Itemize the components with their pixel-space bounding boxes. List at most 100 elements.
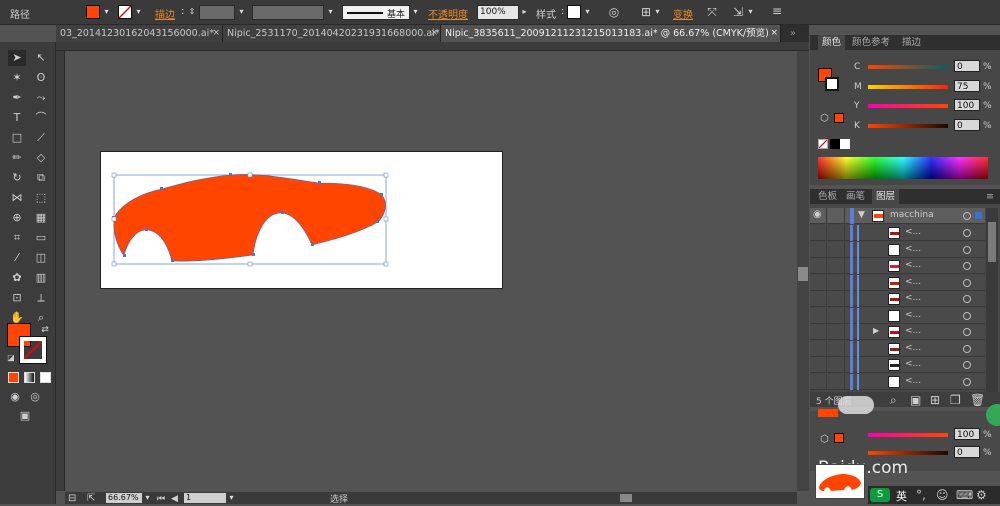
tab-swatches[interactable]: 色板: [814, 189, 841, 204]
sublayer-thumbnail: [888, 359, 900, 371]
layer-name[interactable]: macchina: [890, 210, 934, 220]
ime-language[interactable]: 英: [896, 488, 907, 504]
sublayer-name[interactable]: <...: [905, 359, 921, 369]
magenta-slider[interactable]: [868, 85, 948, 89]
color-panel: 颜色 颜色参考 描边 ⬡ C 0 % M 75 % Y 100 % K 0 %: [810, 35, 1000, 185]
white-color-button[interactable]: [840, 139, 850, 149]
yellow-slider[interactable]: [868, 104, 948, 108]
yellow-value[interactable]: 100: [954, 99, 980, 111]
sublayer-row[interactable]: <...: [810, 340, 985, 357]
delete-layer-icon[interactable]: 🗑: [970, 393, 985, 407]
tab-layers[interactable]: 图层: [872, 189, 900, 204]
vertical-scroll-thumb[interactable]: [798, 267, 808, 281]
sublayer-thumbnail: [888, 243, 900, 256]
color-stroke-swatch[interactable]: [825, 77, 839, 91]
target-icon[interactable]: [963, 278, 971, 287]
expand-arrow-icon[interactable]: ▶: [873, 326, 879, 335]
ime-emoji-icon[interactable]: ☺: [936, 488, 949, 502]
black-color-button[interactable]: [830, 139, 840, 149]
floating-gamut-icon[interactable]: ⬡: [820, 433, 829, 447]
layer-row-macchina[interactable]: ◉ ▼ macchina: [810, 208, 985, 224]
status-bar: ⊟ ⇱ 66.67% ▾ ⏮ ◀ 1 ▾ 选择: [65, 491, 797, 505]
sublayer-row[interactable]: ▶ <...: [810, 324, 985, 340]
layers-panel-menu-icon[interactable]: ≡: [982, 189, 998, 204]
vertical-scrollbar[interactable]: [797, 51, 809, 491]
black-value[interactable]: 0: [954, 119, 980, 131]
target-icon[interactable]: [963, 328, 971, 336]
sublayer-row[interactable]: <...: [810, 241, 985, 258]
sublayer-name[interactable]: <...: [905, 227, 921, 237]
tab-stroke[interactable]: 描边: [898, 35, 925, 50]
black-slider[interactable]: [868, 124, 948, 128]
sublayer-row[interactable]: <...: [810, 225, 985, 241]
target-icon[interactable]: [963, 361, 971, 369]
clipping-mask-icon[interactable]: ▣: [910, 393, 921, 407]
gamut-swatch[interactable]: [834, 113, 844, 123]
target-icon[interactable]: [963, 344, 971, 353]
car-preview-thumbnail: [815, 464, 865, 499]
sublayer-row[interactable]: <...: [810, 357, 985, 373]
zoom-arrow[interactable]: ▾: [143, 491, 152, 505]
sublayer-thumbnail: [888, 260, 900, 272]
target-icon[interactable]: [963, 377, 971, 386]
sublayer-row[interactable]: <...: [810, 373, 985, 390]
target-icon[interactable]: [963, 295, 971, 303]
floating-black-value[interactable]: 0: [954, 446, 980, 458]
target-icon[interactable]: [963, 262, 971, 270]
tab-brushes[interactable]: 画笔: [842, 189, 869, 204]
layer-thumbnail: [872, 210, 884, 222]
target-icon[interactable]: [963, 245, 971, 254]
sublayer-name[interactable]: <...: [905, 277, 921, 287]
sublayer-name[interactable]: <...: [905, 310, 921, 320]
floating-black-slider[interactable]: [868, 451, 948, 455]
sublayer-name[interactable]: <...: [905, 244, 921, 254]
sublayer-name[interactable]: <...: [905, 343, 921, 353]
new-layer-icon[interactable]: ❐: [950, 393, 961, 407]
baidu-paw-logo: [838, 396, 874, 414]
sublayer-name[interactable]: <...: [905, 293, 921, 303]
magenta-value[interactable]: 75: [954, 80, 980, 92]
target-icon[interactable]: [963, 229, 971, 237]
layers-scrollbar[interactable]: [986, 208, 998, 392]
tab-color-guide[interactable]: 颜色参考: [848, 35, 894, 50]
sublayer-thumbnail: [888, 276, 900, 289]
car-silhouette-path: [113, 174, 386, 262]
sublayer-thumbnail: [888, 293, 900, 305]
target-icon[interactable]: [963, 212, 971, 220]
sublayer-row[interactable]: <...: [810, 307, 985, 324]
sublayer-name[interactable]: <...: [905, 376, 921, 386]
cyan-value[interactable]: 0: [954, 60, 980, 72]
ime-punct-icon[interactable]: °,: [916, 488, 926, 502]
floating-yellow-slider[interactable]: [868, 433, 948, 437]
eye-icon[interactable]: ◉: [813, 209, 822, 220]
sublayer-row[interactable]: <...: [810, 291, 985, 307]
sogou-logo-icon[interactable]: S: [870, 488, 890, 502]
artboard-arrow[interactable]: ▾: [227, 491, 236, 505]
new-sublayer-icon[interactable]: ⊞: [930, 393, 940, 407]
artboard-number-field[interactable]: 1: [184, 493, 226, 503]
target-icon[interactable]: [963, 311, 971, 320]
layers-panel: 色板 画笔 图层 ≡ ◉ ▼ macchina <... <... <... <...…: [810, 189, 1000, 407]
none-color-button[interactable]: [818, 139, 828, 149]
out-of-gamut-icon[interactable]: ⬡: [820, 112, 829, 126]
color-spectrum[interactable]: [818, 157, 988, 179]
locate-object-icon[interactable]: ⌕: [890, 393, 897, 407]
sublayer-thumbnail: [888, 342, 900, 355]
horizontal-scroll-thumb[interactable]: [620, 494, 632, 502]
sublayer-row[interactable]: <...: [810, 258, 985, 274]
cyan-slider[interactable]: [868, 65, 948, 69]
sublayer-row[interactable]: <...: [810, 274, 985, 291]
zoom-field[interactable]: 66.67%: [106, 493, 142, 503]
sublayer-name[interactable]: <...: [905, 326, 921, 336]
sublayer-thumbnail: [888, 227, 900, 239]
ime-settings-icon[interactable]: ⚙: [976, 488, 987, 502]
floating-fill-swatch[interactable]: [818, 409, 838, 417]
expand-arrow-icon[interactable]: ▼: [858, 210, 865, 220]
sublayer-thumbnail: [888, 375, 900, 388]
floating-yellow-value[interactable]: 100: [954, 428, 980, 440]
selected-art-indicator[interactable]: [975, 212, 982, 219]
ime-keyboard-icon[interactable]: ⌨: [956, 488, 973, 502]
sublayer-name[interactable]: <...: [905, 260, 921, 270]
tab-color[interactable]: 颜色: [818, 35, 846, 50]
car-shape-canvas: [111, 172, 389, 267]
